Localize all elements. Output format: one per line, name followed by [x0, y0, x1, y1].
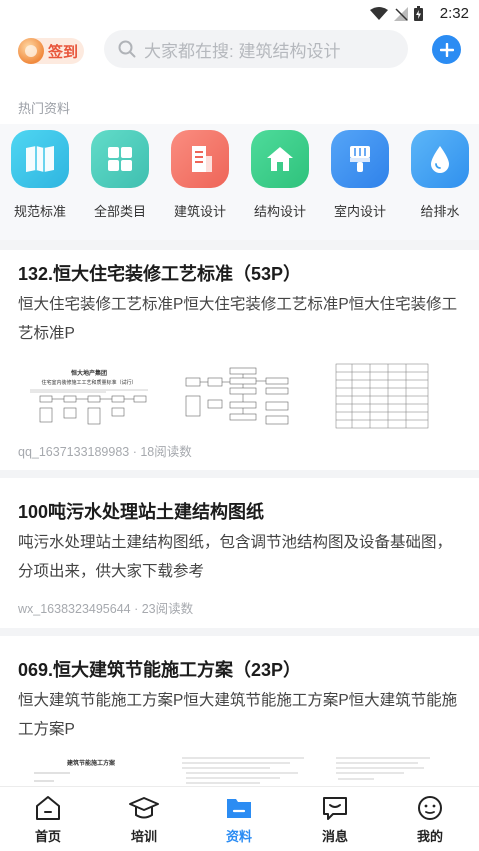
- category-architecture[interactable]: 建筑设计: [160, 130, 240, 220]
- signin-button[interactable]: 签到: [18, 38, 84, 64]
- divider: [0, 240, 479, 250]
- article-title: 069.恒大建筑节能施工方案（23P）: [18, 660, 302, 680]
- article-description: 吨污水处理站土建结构图纸，包含调节池结构图及设备基础图，分项出来，供大家下载参考: [18, 534, 453, 580]
- battery-icon: [414, 6, 423, 21]
- article-thumbnail: [180, 362, 308, 432]
- clock: 2:32: [439, 5, 469, 22]
- wifi-icon: [370, 6, 388, 20]
- bottom-tab-bar: 首页 培训 资料 消息 我的: [0, 786, 479, 851]
- thumbnail-subtitle: 住宅室内装修施工工艺和质量标准（试行）: [41, 380, 137, 386]
- book-icon: [11, 130, 69, 188]
- house-icon: [251, 130, 309, 188]
- thumbnail-title: 恒大地产集团: [70, 371, 107, 377]
- tab-messages[interactable]: 消息: [295, 795, 375, 845]
- tab-label: 资料: [225, 829, 252, 844]
- folder-icon: [227, 799, 251, 818]
- grid-icon: [91, 130, 149, 188]
- thumbnail-title: 建筑节能施工方案: [66, 761, 115, 767]
- brush-icon: [331, 130, 389, 188]
- category-label: 建筑设计: [173, 204, 226, 219]
- add-button[interactable]: [432, 35, 461, 64]
- article-title: 132.恒大住宅装修工艺标准（53P）: [18, 264, 302, 284]
- tab-label: 培训: [130, 829, 157, 844]
- article-card[interactable]: 132.恒大住宅装修工艺标准（53P） 恒大住宅装修工艺标准P恒大住宅装修工艺标…: [0, 250, 479, 470]
- water-drop-icon: [411, 130, 469, 188]
- plus-icon: [439, 42, 454, 57]
- tab-home[interactable]: 首页: [8, 795, 88, 845]
- category-label: 结构设计: [253, 204, 306, 219]
- article-description: 恒大建筑节能施工方案P恒大建筑节能施工方案P恒大建筑节能施工方案P: [18, 692, 458, 738]
- tab-materials[interactable]: 资料: [199, 795, 279, 845]
- article-meta: qq_1637133189983 · 18阅读数: [18, 445, 192, 459]
- section-title: 热门资料: [18, 101, 71, 116]
- article-thumbnail: 建筑节能施工方案: [30, 752, 152, 786]
- category-label: 全部类目: [93, 204, 146, 219]
- category-guifan[interactable]: 规范标准: [0, 130, 80, 220]
- category-label: 给排水: [420, 204, 460, 219]
- category-drainage[interactable]: 给排水: [400, 130, 479, 220]
- category-all[interactable]: 全部类目: [80, 130, 160, 220]
- category-label: 规范标准: [13, 204, 66, 219]
- tab-training[interactable]: 培训: [104, 795, 184, 845]
- category-label: 室内设计: [333, 204, 386, 219]
- search-input[interactable]: 大家都在搜: 建筑结构设计: [104, 30, 408, 68]
- app-screen: 2:32 签到 大家都在搜: 建筑结构设计 热门资料 规范标准 全部类目 建筑设…: [0, 0, 479, 851]
- article-thumbnail: [180, 752, 306, 786]
- search-icon: [118, 40, 136, 58]
- message-icon: [323, 797, 347, 820]
- article-thumbnail: [334, 362, 430, 432]
- article-title: 100吨污水处理站土建结构图纸: [18, 502, 265, 522]
- top-header: 签到 大家都在搜: 建筑结构设计: [0, 28, 479, 88]
- tab-profile[interactable]: 我的: [390, 795, 470, 845]
- building-icon: [171, 130, 229, 188]
- search-placeholder: 大家都在搜: 建筑结构设计: [144, 41, 341, 61]
- tab-label: 首页: [34, 829, 61, 844]
- coin-icon: [18, 38, 44, 64]
- category-structure[interactable]: 结构设计: [240, 130, 320, 220]
- status-icons: [370, 6, 423, 21]
- status-bar: 2:32: [0, 0, 479, 28]
- article-card[interactable]: 069.恒大建筑节能施工方案（23P） 恒大建筑节能施工方案P恒大建筑节能施工方…: [0, 636, 479, 786]
- divider: [0, 470, 479, 478]
- no-signal-icon: [394, 6, 408, 21]
- category-interior[interactable]: 室内设计: [320, 130, 400, 220]
- graduation-cap-icon: [129, 797, 159, 819]
- article-description: 恒大住宅装修工艺标准P恒大住宅装修工艺标准P恒大住宅装修工艺标准P: [18, 296, 458, 342]
- article-meta: wx_1638323495644 · 23阅读数: [18, 602, 194, 616]
- tab-label: 我的: [416, 829, 443, 844]
- tab-label: 消息: [321, 829, 348, 844]
- article-thumbnail: 恒大地产集团 住宅室内装修施工工艺和质量标准（试行）: [26, 362, 152, 432]
- home-icon: [36, 796, 60, 820]
- divider: [0, 628, 479, 636]
- article-thumbnail: [334, 752, 434, 786]
- article-card[interactable]: 100吨污水处理站土建结构图纸 吨污水处理站土建结构图纸，包含调节池结构图及设备…: [0, 478, 479, 628]
- profile-icon: [418, 796, 442, 820]
- signin-label: 签到: [48, 43, 79, 61]
